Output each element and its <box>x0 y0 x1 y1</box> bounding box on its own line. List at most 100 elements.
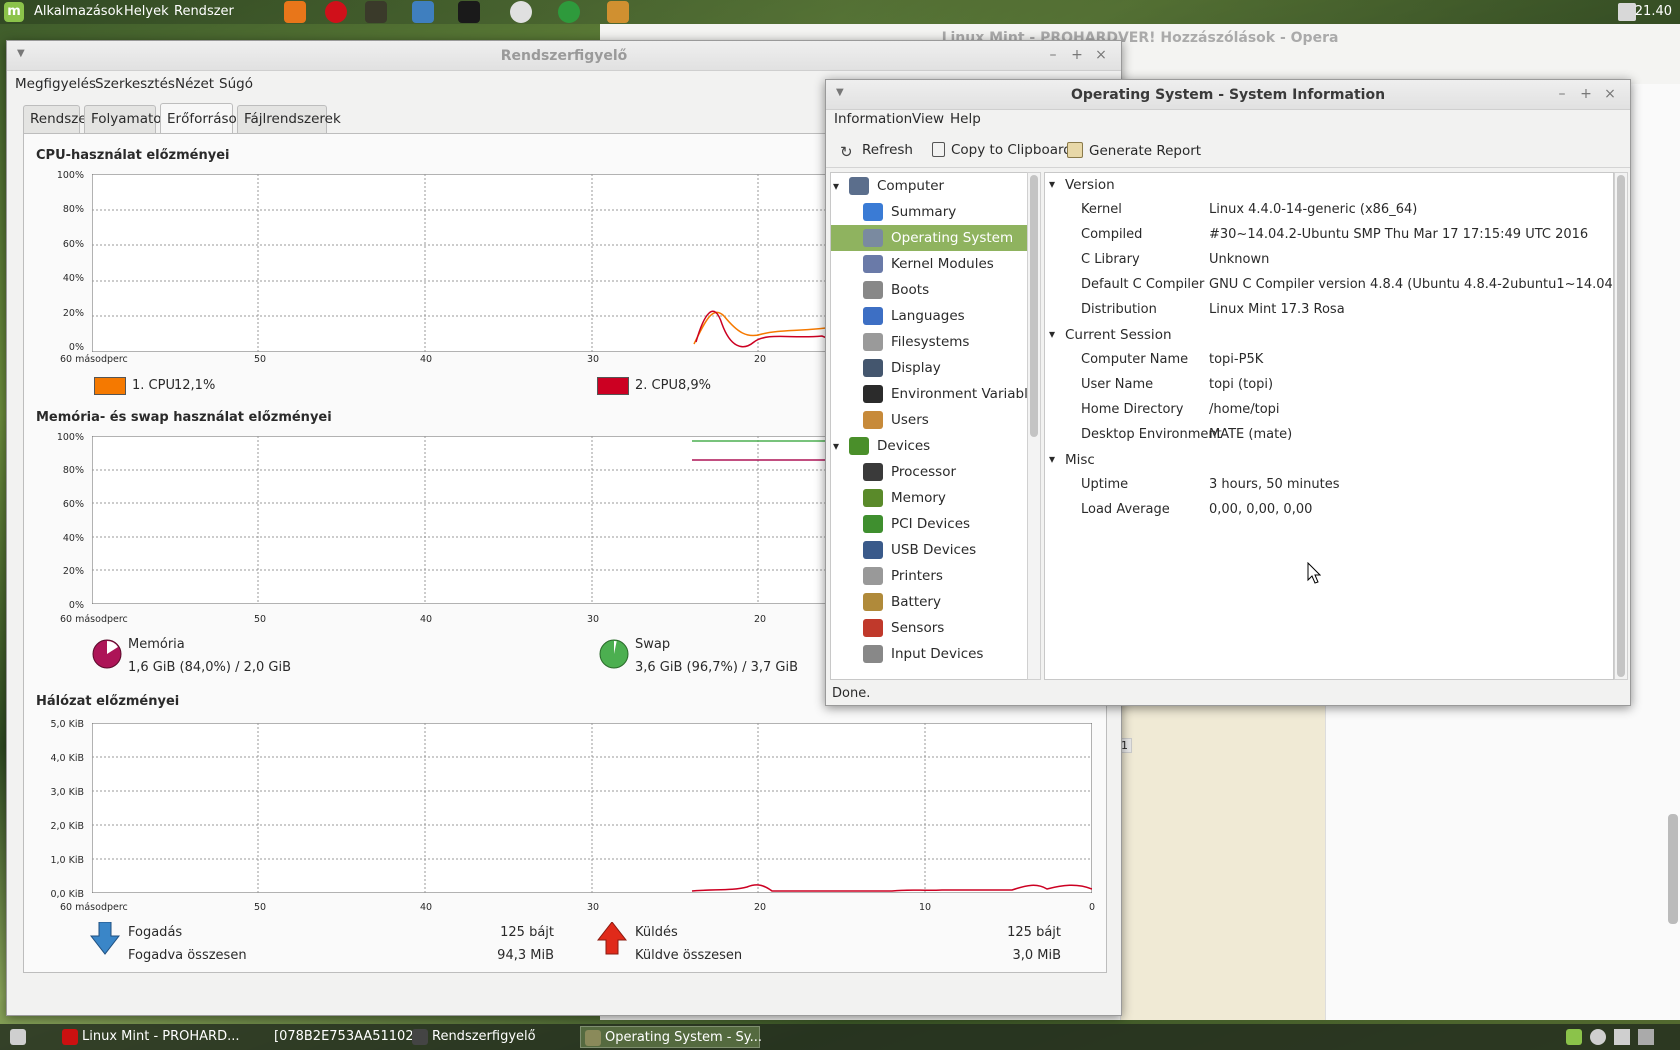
tree-item-printers[interactable]: Printers <box>831 563 1029 589</box>
taskbar-task[interactable]: Operating System - Sy... <box>580 1026 762 1048</box>
section-title[interactable]: Version <box>1065 175 1115 195</box>
expander-icon[interactable]: ▾ <box>833 173 839 199</box>
terminal-icon <box>863 385 883 403</box>
tab-resources[interactable]: Erőforrások <box>160 103 245 133</box>
terminal-launcher-icon[interactable] <box>458 1 480 23</box>
net-y-tick: 2,0 KiB <box>50 821 84 832</box>
menu-view[interactable]: Nézet <box>175 76 214 92</box>
network-status-icon[interactable] <box>1618 3 1636 21</box>
section-expander-icon[interactable]: ▾ <box>1049 327 1055 341</box>
minimize-icon[interactable]: – <box>1045 47 1061 63</box>
tree-item-operating-system[interactable]: Operating System <box>831 225 1029 251</box>
taskbar-task[interactable]: Linux Mint - PROHARD... <box>58 1026 240 1048</box>
tree-item-pci-devices[interactable]: PCI Devices <box>831 511 1029 537</box>
toolbar: ↻ Refresh Copy to Clipboard Generate Repo… <box>826 134 1630 168</box>
tree-item-input-devices[interactable]: Input Devices <box>831 641 1029 667</box>
cpu2-color-swatch[interactable] <box>597 377 629 395</box>
update-manager-icon[interactable] <box>1566 1029 1582 1045</box>
network-icon[interactable] <box>1614 1029 1630 1045</box>
tree-item-usb-devices[interactable]: USB Devices <box>831 537 1029 563</box>
tab-system[interactable]: Rendszer <box>23 105 92 133</box>
computer-icon <box>849 177 869 195</box>
system-monitor-launcher-icon[interactable] <box>365 1 387 23</box>
cpu-x-tick: 60 másodperc <box>60 354 128 365</box>
tree-item-users[interactable]: Users <box>831 407 1029 433</box>
tree-item-label: Boots <box>891 282 930 298</box>
expander-icon[interactable]: ▾ <box>833 433 839 459</box>
utorrent-launcher-icon[interactable] <box>558 1 580 23</box>
section-expander-icon[interactable]: ▾ <box>1049 452 1055 466</box>
details-scrollbar[interactable] <box>1614 172 1628 680</box>
details-scroll-thumb[interactable] <box>1617 175 1625 677</box>
tab-processes[interactable]: Folyamatok <box>84 105 169 133</box>
refresh-button[interactable]: ↻ Refresh <box>840 142 913 160</box>
sysinfo-launcher-icon[interactable] <box>412 1 434 23</box>
volume-icon[interactable] <box>1590 1029 1606 1045</box>
receive-arrow-icon[interactable] <box>90 922 120 956</box>
generate-report-button[interactable]: Generate Report <box>1067 142 1201 159</box>
tree-scrollbar[interactable] <box>1027 172 1041 680</box>
tree-item-summary[interactable]: Summary <box>831 199 1029 225</box>
window-title: Operating System - System Information <box>1070 87 1386 103</box>
taskbar-task[interactable]: Rendszerfigyelő <box>408 1026 573 1048</box>
pci-icon <box>863 515 883 533</box>
property-key: Home Directory <box>1081 402 1184 417</box>
maximize-icon[interactable]: + <box>1578 86 1594 102</box>
swap-pie-icon[interactable] <box>599 639 629 669</box>
menu-information[interactable]: Information <box>834 111 912 127</box>
tree-item-boots[interactable]: Boots <box>831 277 1029 303</box>
tree-item-label: Users <box>891 412 929 428</box>
tab-filesystems[interactable]: Fájlrendszerek <box>237 105 341 133</box>
mint-menu-icon[interactable]: m <box>4 2 24 22</box>
tree-item-filesystems[interactable]: Filesystems <box>831 329 1029 355</box>
menu-monitor[interactable]: Megfigyelés <box>15 76 96 92</box>
receive-label: Fogadás <box>128 925 183 940</box>
memory-pie-icon[interactable] <box>92 639 122 669</box>
places-menu[interactable]: Helyek <box>124 4 169 19</box>
system-info-menubar: Information View Help <box>826 106 1630 132</box>
section-expander-icon[interactable]: ▾ <box>1049 177 1055 191</box>
menu-help[interactable]: Help <box>950 111 981 127</box>
tree-item-languages[interactable]: Languages <box>831 303 1029 329</box>
menu-edit[interactable]: Szerkesztés <box>95 76 175 92</box>
maximize-icon[interactable]: + <box>1069 47 1085 63</box>
tree-item-processor[interactable]: Processor <box>831 459 1029 485</box>
tree-scroll-thumb[interactable] <box>1030 175 1038 437</box>
applications-menu[interactable]: Alkalmazások <box>34 4 123 19</box>
minimize-icon[interactable]: – <box>1554 86 1570 102</box>
menu-help[interactable]: Súgó <box>219 76 253 92</box>
menu-view[interactable]: View <box>912 111 944 127</box>
opera-scrollbar[interactable] <box>1668 814 1678 924</box>
send-arrow-icon[interactable] <box>597 922 627 956</box>
tree-item-environment-variables[interactable]: Environment Variables <box>831 381 1029 407</box>
pen-icon[interactable] <box>1638 1029 1654 1045</box>
section-title[interactable]: Current Session <box>1065 325 1172 345</box>
tree-item-computer[interactable]: ▾ Computer <box>831 173 1029 199</box>
property-value: topi (topi) <box>1209 377 1274 392</box>
tree-item-kernel-modules[interactable]: Kernel Modules <box>831 251 1029 277</box>
close-icon[interactable]: × <box>1093 47 1109 63</box>
clock[interactable]: 21.40 <box>1635 4 1672 19</box>
opera-launcher-icon[interactable] <box>325 1 347 23</box>
settings-launcher-icon[interactable] <box>510 1 532 23</box>
property-value: MATE (mate) <box>1209 427 1293 442</box>
show-desktop-button[interactable] <box>6 1026 36 1048</box>
close-icon[interactable]: × <box>1602 86 1618 102</box>
property-key: Load Average <box>1081 502 1170 517</box>
system-menu[interactable]: Rendszer <box>174 4 234 19</box>
tree-item-battery[interactable]: Battery <box>831 589 1029 615</box>
mem-x-tick: 50 <box>254 614 267 625</box>
tree-item-display[interactable]: Display <box>831 355 1029 381</box>
tree-item-memory[interactable]: Memory <box>831 485 1029 511</box>
video-launcher-icon[interactable] <box>607 1 629 23</box>
system-monitor-titlebar[interactable]: ▼ Rendszerfigyelő – + × <box>7 41 1121 71</box>
taskbar-task[interactable]: [078B2E753AA51102] <box>250 1026 419 1048</box>
section-title[interactable]: Misc <box>1065 450 1095 470</box>
tree-item-label: Printers <box>891 568 943 584</box>
copy-to-clipboard-button[interactable]: Copy to Clipboard <box>932 142 1072 158</box>
cpu1-color-swatch[interactable] <box>94 377 126 395</box>
tree-item-sensors[interactable]: Sensors <box>831 615 1029 641</box>
top-panel: m Alkalmazások Helyek Rendszer 21.40 <box>0 0 1680 24</box>
firefox-launcher-icon[interactable] <box>284 1 306 23</box>
tree-item-devices[interactable]: ▾ Devices <box>831 433 1029 459</box>
